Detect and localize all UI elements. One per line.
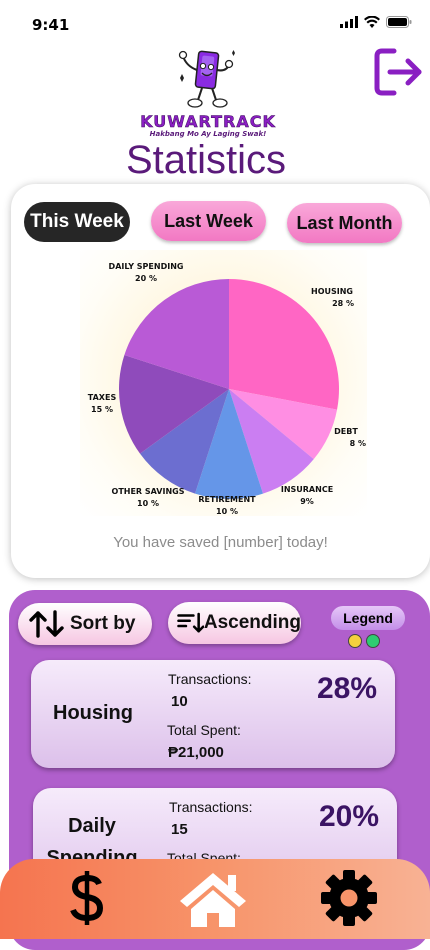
gear-icon	[321, 870, 377, 926]
brand-logo: KUWARTRACK Hakbang Mo Ay Laging Swak!	[138, 48, 278, 142]
transactions-label: Transactions:	[169, 799, 253, 815]
sort-ascending-icon	[177, 612, 204, 633]
transactions-count: 10	[171, 693, 188, 710]
tab-last-week[interactable]: Last Week	[151, 201, 266, 241]
logout-icon[interactable]	[372, 46, 424, 98]
brand-tagline: Hakbang Mo Ay Laging Swak!	[149, 130, 267, 138]
category-name: Housing	[53, 702, 133, 724]
sort-arrows-icon	[29, 610, 64, 638]
pie-label-daily-spending: DAILY SPENDING 20 %	[108, 262, 184, 283]
category-percent: 20%	[319, 800, 380, 833]
mascot-icon	[178, 50, 235, 108]
dollar-icon	[70, 871, 104, 925]
ascending-button[interactable]: Ascending	[168, 602, 301, 644]
page-title: Statistics	[125, 138, 287, 182]
status-time: 9:41	[32, 16, 70, 34]
total-spent-value: ₱21,000	[168, 744, 224, 761]
ascending-label: Ascending	[203, 612, 301, 633]
transactions-count: 15	[171, 821, 188, 838]
pie-label-retirement: RETIREMENT 10 %	[198, 495, 256, 516]
home-icon	[180, 873, 246, 927]
tab-last-month[interactable]: Last Month	[287, 203, 402, 243]
nav-settings[interactable]	[320, 869, 378, 927]
nav-home[interactable]	[178, 869, 248, 929]
pie-chart: DAILY SPENDING 20 % HOUSING 28 % DEBT 8 % I…	[80, 250, 367, 516]
pie-label-insurance: INSURANCE 9%	[280, 485, 334, 506]
sort-by-label: Sort by	[70, 613, 136, 634]
brand-name: KUWARTRACK	[140, 112, 276, 132]
nav-budget[interactable]	[70, 869, 104, 927]
pie-label-housing: HOUSING 28 %	[311, 287, 354, 308]
pie-label-taxes: TAXES 15 %	[87, 393, 117, 414]
signal-icon	[340, 16, 358, 28]
sort-by-button[interactable]: Sort by	[18, 603, 152, 645]
legend-dot-yellow	[348, 634, 362, 648]
saved-message: You have saved [number] today!	[113, 534, 328, 551]
legend-button[interactable]: Legend	[331, 606, 405, 630]
legend-dot-green	[366, 634, 380, 648]
total-spent-label: Total Spent:	[167, 722, 241, 738]
pie-label-other-savings: OTHER SAVINGS 10 %	[111, 487, 185, 508]
category-card-housing[interactable]: Housing Transactions: 10 Total Spent: ₱2…	[31, 660, 395, 768]
category-percent: 28%	[317, 672, 378, 705]
battery-icon	[386, 16, 412, 28]
tab-this-week[interactable]: This Week	[24, 202, 130, 242]
bottom-nav	[0, 859, 430, 939]
pie-label-debt: DEBT 8 %	[334, 427, 366, 448]
transactions-label: Transactions:	[168, 671, 252, 687]
status-icons	[340, 16, 412, 28]
wifi-icon	[364, 16, 380, 28]
statistics-card: This Week Last Week Last Month DAILY SPE…	[11, 184, 430, 578]
